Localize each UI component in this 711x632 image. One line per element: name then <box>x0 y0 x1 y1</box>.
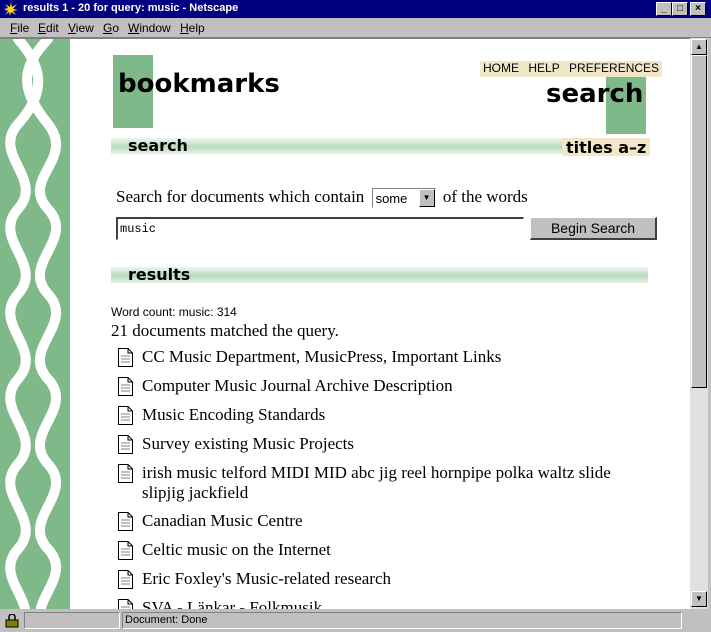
page-viewport: bookmarks HOME HELP PREFERENCES search s… <box>0 38 691 609</box>
menu-window[interactable]: Window <box>128 21 171 35</box>
result-link[interactable]: CC Music Department, MusicPress, Importa… <box>142 347 642 367</box>
list-item[interactable]: Canadian Music Centre <box>118 511 642 531</box>
list-item[interactable]: Eric Foxley's Music-related research <box>118 569 642 589</box>
maximize-button[interactable]: □ <box>672 2 688 16</box>
list-item[interactable]: Survey existing Music Projects <box>118 434 642 454</box>
result-link[interactable]: Celtic music on the Internet <box>142 540 642 560</box>
chevron-down-icon[interactable]: ▼ <box>418 189 435 208</box>
document-icon <box>118 541 133 560</box>
document-icon <box>118 377 133 396</box>
result-link[interactable]: Eric Foxley's Music-related research <box>142 569 642 589</box>
scroll-down-icon[interactable]: ▼ <box>691 591 707 607</box>
security-lock-icon[interactable] <box>4 614 20 628</box>
result-link[interactable]: Computer Music Journal Archive Descripti… <box>142 376 642 396</box>
menu-edit[interactable]: Edit <box>38 21 59 35</box>
matched-count: 21 documents matched the query. <box>111 321 339 340</box>
decorative-braid <box>0 39 70 609</box>
vertical-scrollbar[interactable]: ▲ ▼ <box>690 38 708 609</box>
list-item[interactable]: Music Encoding Standards <box>118 405 642 425</box>
window-title: results 1 - 20 for query: music - Netsca… <box>23 2 239 14</box>
search-suffix: of the words <box>442 187 528 206</box>
titles-az-link[interactable]: titles a–z <box>562 138 651 157</box>
document-icon <box>118 464 133 483</box>
list-item[interactable]: CC Music Department, MusicPress, Importa… <box>118 347 642 367</box>
list-item[interactable]: irish music telford MIDI MID abc jig ree… <box>118 463 642 503</box>
document-icon <box>118 599 133 609</box>
minimize-button[interactable]: _ <box>656 2 672 16</box>
results-bar-band: results <box>111 265 648 284</box>
list-item[interactable]: Computer Music Journal Archive Descripti… <box>118 376 642 396</box>
scroll-up-icon[interactable]: ▲ <box>691 39 707 55</box>
status-progress <box>24 612 120 629</box>
word-count: Word count: music: 314 <box>111 305 237 319</box>
braid-pattern-icon <box>5 39 62 609</box>
search-bar-band: search <box>111 136 566 155</box>
search-sentence: Search for documents which contain some … <box>116 187 528 209</box>
menu-bar: File Edit View Go Window Help <box>0 18 711 38</box>
menu-help[interactable]: Help <box>180 21 205 35</box>
search-prefix: Search for documents which contain <box>116 187 365 206</box>
nav-help[interactable]: HELP <box>528 61 559 75</box>
status-bar: Document: Done <box>0 609 711 632</box>
results-heading: results <box>128 265 191 284</box>
result-link[interactable]: Canadian Music Centre <box>142 511 642 531</box>
result-link[interactable]: irish music telford MIDI MID abc jig ree… <box>142 463 642 503</box>
document-icon <box>118 406 133 425</box>
menu-file[interactable]: File <box>10 21 29 35</box>
document-icon <box>118 348 133 367</box>
document-icon <box>118 512 133 531</box>
list-item[interactable]: SVA - Länkar - Folkmusik <box>118 598 642 609</box>
top-nav: HOME HELP PREFERENCES <box>480 61 663 77</box>
query-input[interactable]: music <box>116 217 524 240</box>
site-logo[interactable]: bookmarks <box>118 69 280 99</box>
menu-go[interactable]: Go <box>103 21 119 35</box>
mode-select-value: some <box>375 191 408 207</box>
nav-home[interactable]: HOME <box>483 61 519 75</box>
list-item[interactable]: Celtic music on the Internet <box>118 540 642 560</box>
close-button[interactable]: × <box>690 2 706 16</box>
status-message: Document: Done <box>125 614 208 626</box>
search-link[interactable]: search <box>128 136 188 155</box>
begin-search-button[interactable]: Begin Search <box>530 217 657 240</box>
nav-preferences[interactable]: PREFERENCES <box>569 61 659 75</box>
scroll-thumb[interactable] <box>691 55 707 388</box>
netscape-icon <box>3 1 19 17</box>
mode-select[interactable]: some ▼ <box>371 188 436 209</box>
result-link[interactable]: Music Encoding Standards <box>142 405 642 425</box>
section-title: search <box>546 79 644 109</box>
document-icon <box>118 570 133 589</box>
document-icon <box>118 435 133 454</box>
result-link[interactable]: SVA - Länkar - Folkmusik <box>142 598 642 609</box>
result-link[interactable]: Survey existing Music Projects <box>142 434 642 454</box>
title-bar: results 1 - 20 for query: music - Netsca… <box>0 0 711 18</box>
menu-view[interactable]: View <box>68 21 94 35</box>
